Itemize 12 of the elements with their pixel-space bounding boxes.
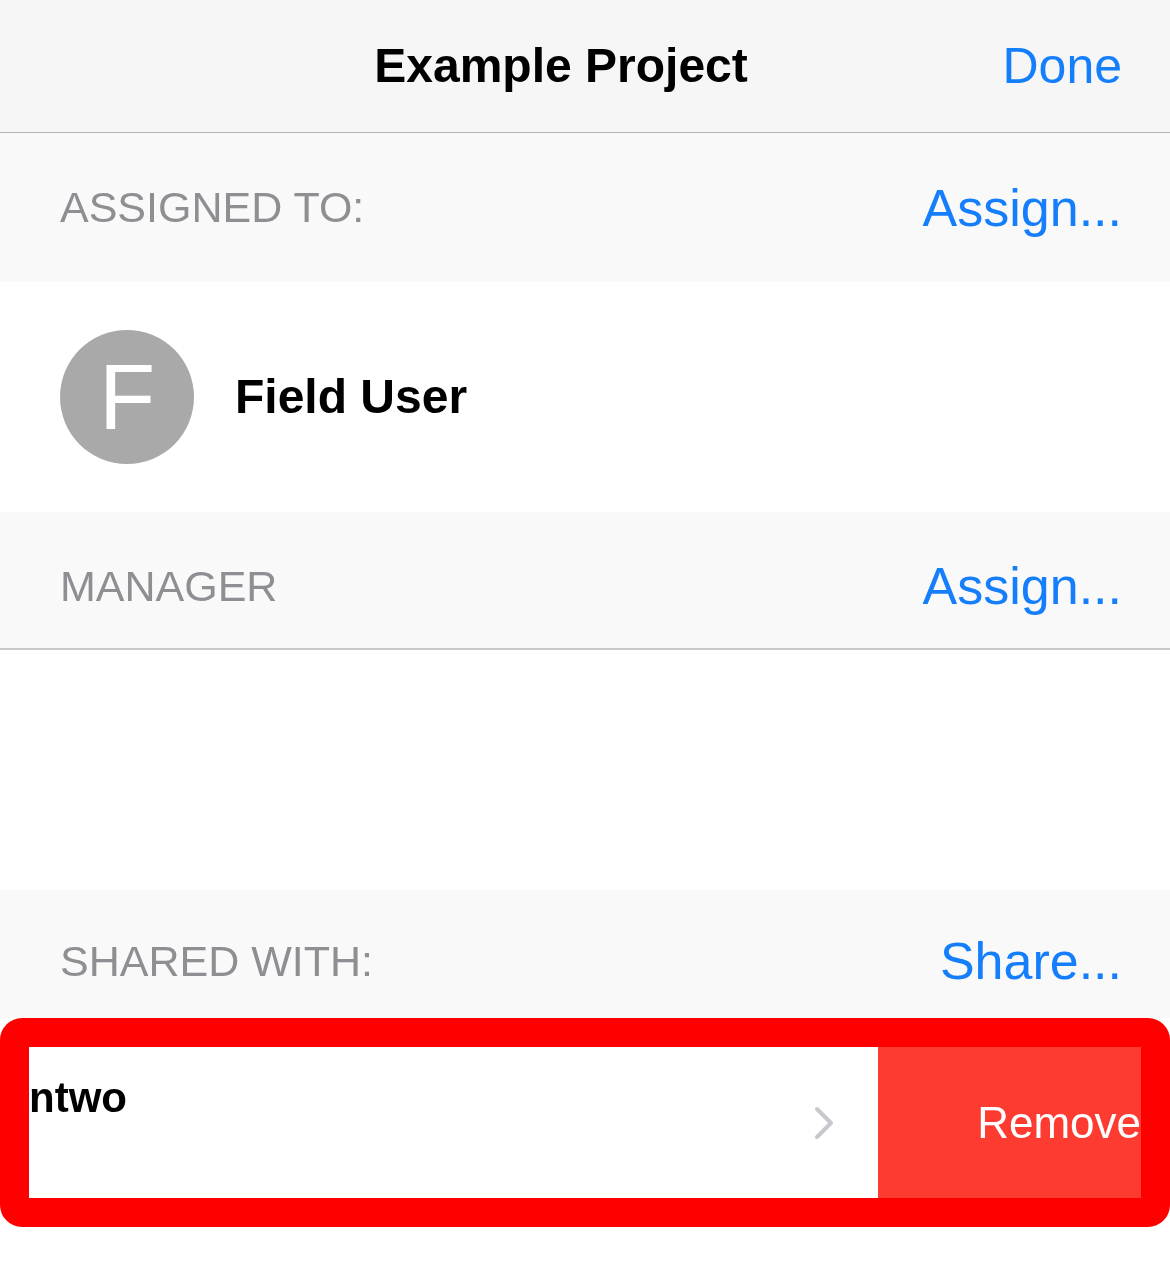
- remove-button[interactable]: Remove: [878, 1047, 1141, 1198]
- user-name: Field User: [235, 373, 468, 421]
- section-title: ASSIGNED TO:: [60, 186, 365, 229]
- shared-user-row[interactable]: ntwo: [29, 1047, 878, 1198]
- shared-user-name: ntwo: [29, 1077, 127, 1119]
- assign-link[interactable]: Share...: [939, 935, 1122, 987]
- navigation-title: Example Project: [374, 42, 748, 90]
- avatar: F: [60, 330, 194, 464]
- chevron-right-icon: [814, 1105, 834, 1140]
- done-button[interactable]: Done: [1002, 41, 1122, 91]
- section-title: SHARED WITH:: [60, 939, 373, 983]
- section-title: MANAGER: [60, 564, 278, 608]
